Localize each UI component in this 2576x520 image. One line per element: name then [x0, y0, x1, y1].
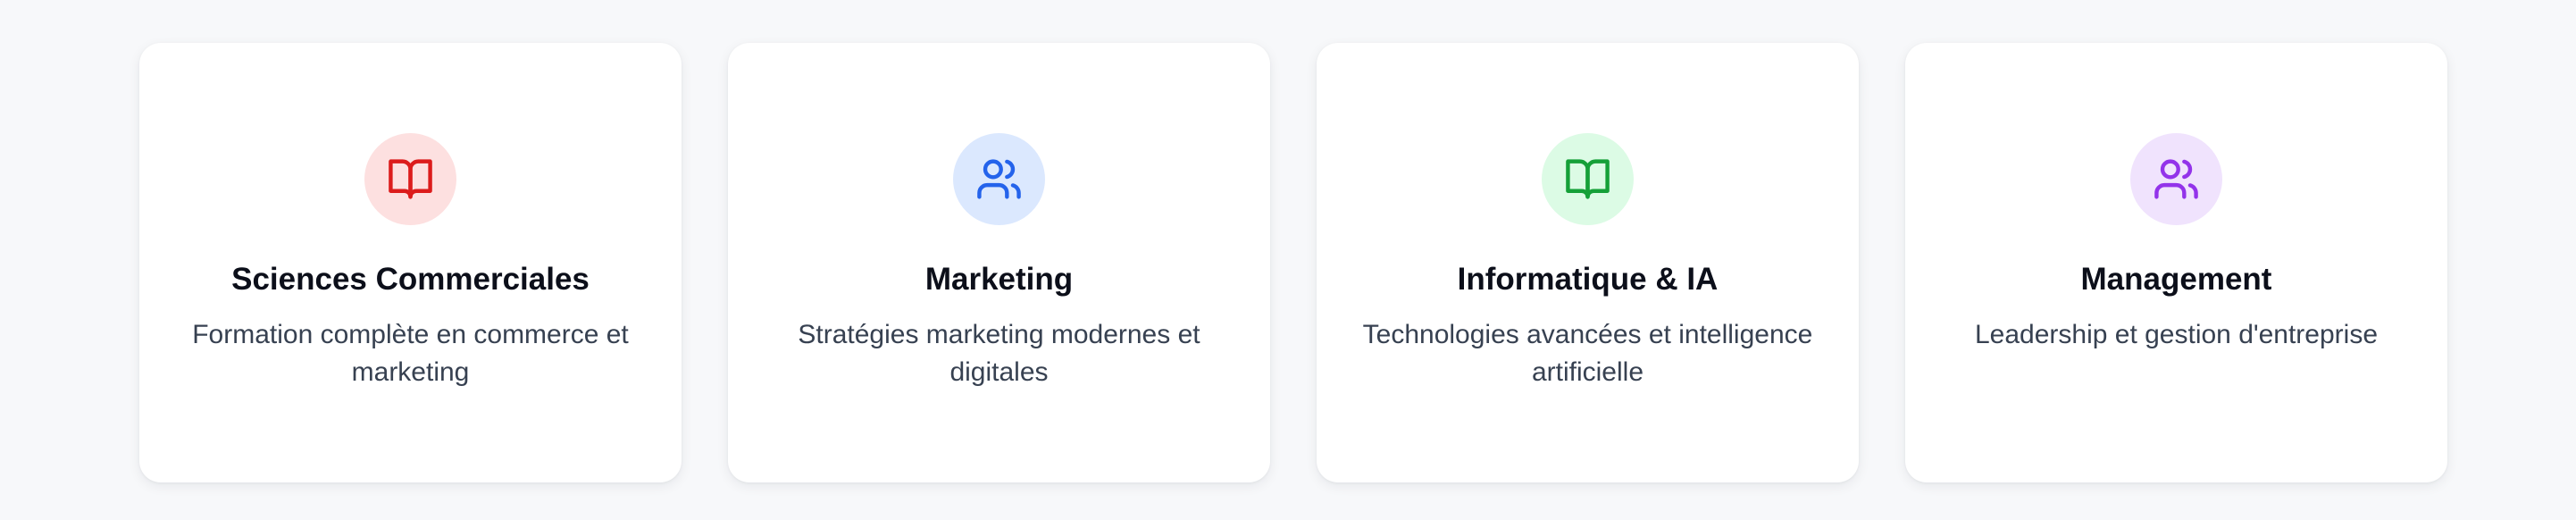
- card-title: Management: [2080, 262, 2272, 297]
- book-open-icon-badge: [1542, 133, 1634, 225]
- card-informatique-ia[interactable]: Informatique & IA Technologies avancées …: [1317, 43, 1859, 482]
- card-description: Stratégies marketing modernes et digital…: [798, 320, 1200, 387]
- card-management[interactable]: Management Leadership et gestion d'entre…: [1905, 43, 2447, 482]
- program-cards: Sciences Commerciales Formation complète…: [139, 43, 2447, 482]
- users-icon-badge: [953, 133, 1045, 225]
- users-icon: [2154, 159, 2198, 199]
- users-icon-badge: [2130, 133, 2222, 225]
- book-open-icon: [1566, 159, 1610, 199]
- book-open-icon-badge: [364, 133, 456, 225]
- card-title: Informatique & IA: [1457, 262, 1719, 297]
- card-description: Leadership et gestion d'entreprise: [1974, 320, 2379, 349]
- card-title: Sciences Commerciales: [231, 262, 590, 297]
- card-title: Marketing: [924, 262, 1074, 297]
- card-sciences-commerciales[interactable]: Sciences Commerciales Formation complète…: [139, 43, 682, 482]
- card-marketing[interactable]: Marketing Stratégies marketing modernes …: [728, 43, 1270, 482]
- users-icon: [977, 159, 1021, 199]
- card-description: Technologies avancées et intelligence ar…: [1362, 320, 1813, 387]
- card-description: Formation complète en commerce et market…: [192, 320, 629, 387]
- book-open-icon: [389, 159, 432, 199]
